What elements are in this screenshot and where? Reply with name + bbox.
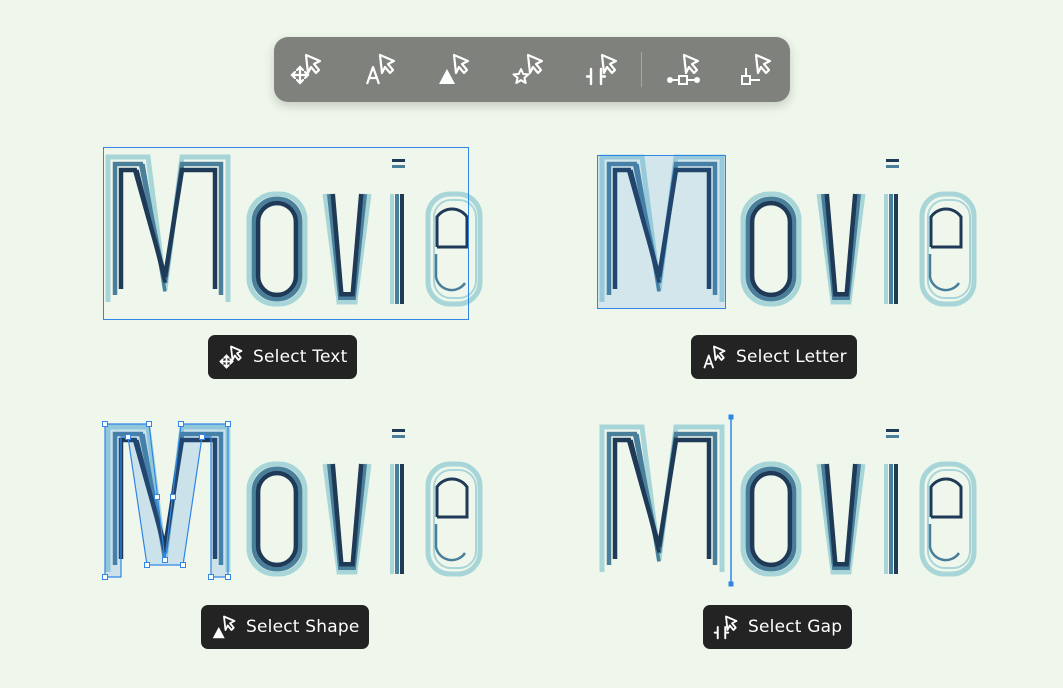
star-cursor-icon <box>512 53 544 84</box>
select-text-tool[interactable] <box>286 49 326 89</box>
letter-m <box>105 154 231 302</box>
letter-v <box>322 463 372 575</box>
triangle-cursor-icon <box>209 612 239 642</box>
letter-i <box>884 159 899 304</box>
move-arrows-cursor-icon <box>290 53 322 85</box>
movie-word <box>102 421 483 580</box>
selection-overlay <box>597 155 726 309</box>
select-letter-tool[interactable] <box>360 49 400 89</box>
tool-toolbar <box>274 37 790 102</box>
select-letter-button[interactable]: Select Letter <box>691 335 857 379</box>
node-path-cursor-icon <box>667 53 700 85</box>
select-gap-label: Select Gap <box>748 617 843 637</box>
letter-o <box>740 191 802 307</box>
select-letter-label: Select Letter <box>736 347 847 367</box>
letter-e <box>425 191 483 307</box>
letter-a-cursor-icon <box>365 53 396 85</box>
letter-i <box>884 429 899 574</box>
letter-e <box>919 191 977 307</box>
select-text-button[interactable]: Select Text <box>208 335 358 379</box>
select-text-label: Select Text <box>253 347 348 367</box>
toolbar-separator <box>641 52 642 87</box>
move-arrows-cursor-icon <box>216 342 246 372</box>
select-shape-button[interactable]: Select Shape <box>201 605 370 649</box>
select-letter-demo <box>597 147 977 317</box>
select-shape-label: Select Shape <box>246 617 360 637</box>
gap-bars-cursor-icon <box>711 612 741 642</box>
gap-bars-cursor-icon <box>585 53 618 86</box>
select-star-tool[interactable] <box>508 49 548 89</box>
letter-o <box>740 461 802 577</box>
movie-word <box>599 414 977 587</box>
letter-i <box>390 429 405 574</box>
select-gap-button[interactable]: Select Gap <box>703 605 853 649</box>
letter-v <box>816 463 866 575</box>
letter-i <box>390 159 405 304</box>
select-text-demo <box>103 147 483 320</box>
select-gap-tool[interactable] <box>582 49 622 89</box>
movie-word <box>103 147 483 320</box>
square-node-cursor-icon <box>741 53 772 85</box>
select-gap-demo <box>597 414 977 587</box>
movie-word <box>597 154 977 309</box>
select-shape-demo <box>102 417 483 587</box>
triangle-cursor-icon <box>439 53 470 84</box>
letter-v <box>816 193 866 305</box>
letter-o <box>246 461 308 577</box>
letter-a-cursor-icon <box>699 342 729 372</box>
select-node-tool[interactable] <box>736 49 776 89</box>
select-shape-tool[interactable] <box>434 49 474 89</box>
letter-e <box>425 461 483 577</box>
letter-m <box>599 424 725 572</box>
letter-e <box>919 461 977 577</box>
letter-o <box>246 191 308 307</box>
select-point-tool[interactable] <box>664 49 704 89</box>
selection-overlay <box>728 414 734 587</box>
letter-v <box>322 193 372 305</box>
